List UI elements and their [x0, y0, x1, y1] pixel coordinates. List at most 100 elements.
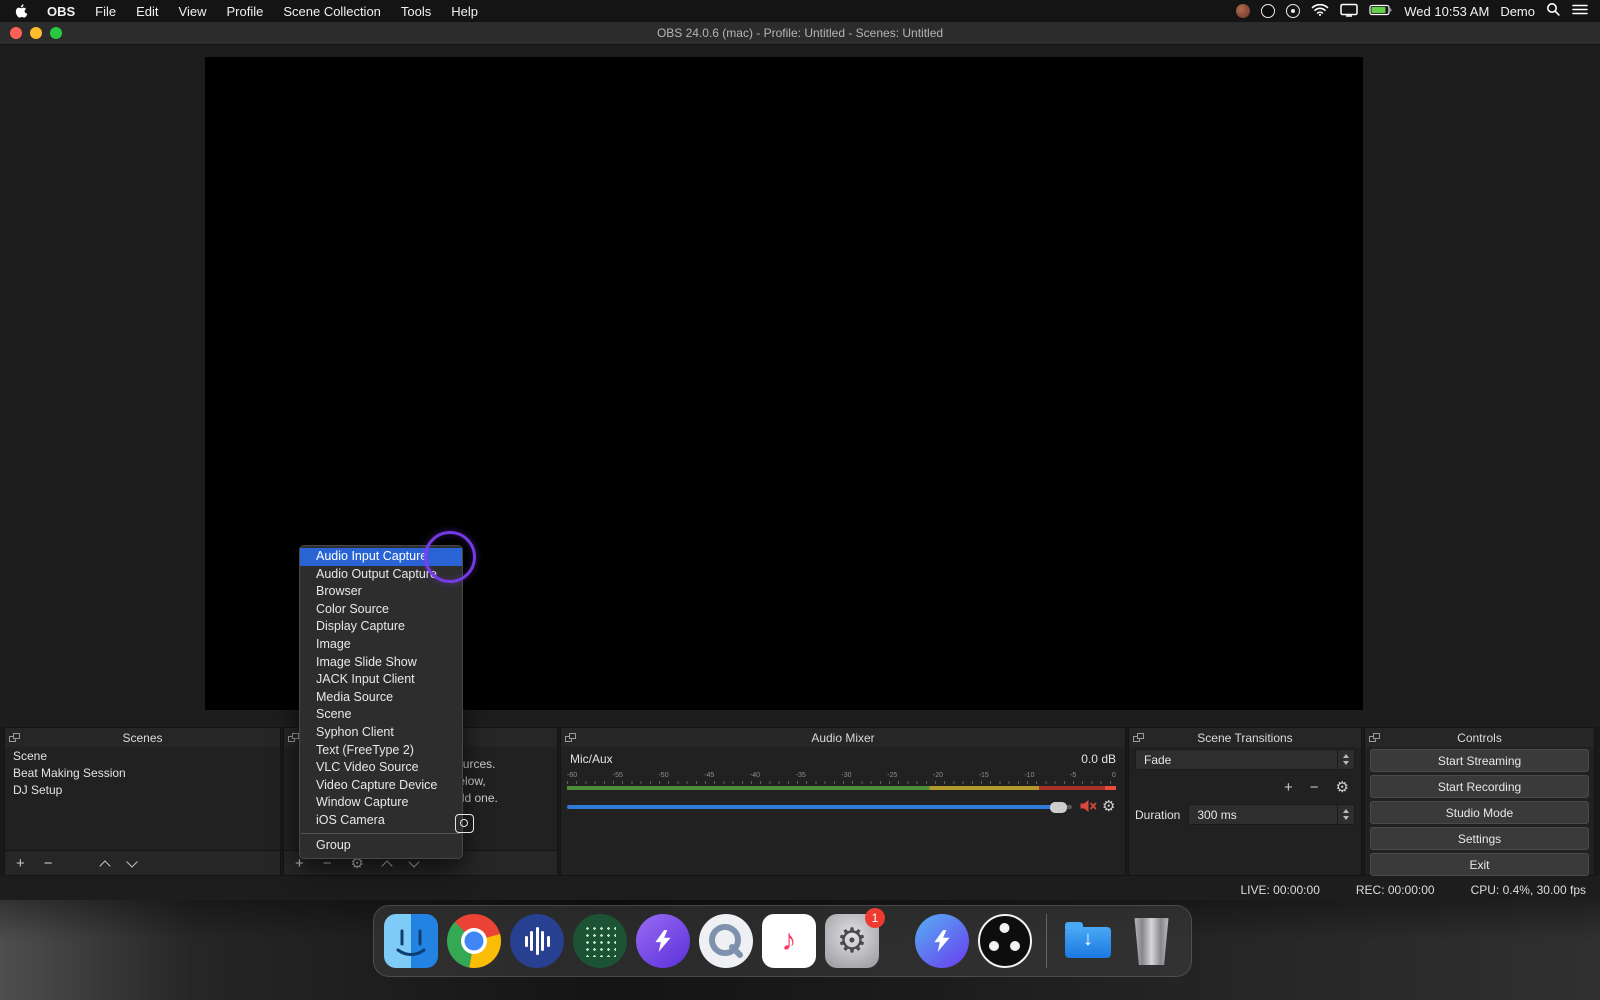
apple-music-dock-icon[interactable]: ♪ — [762, 914, 816, 968]
trash-dock-icon[interactable] — [1124, 914, 1178, 968]
move-scene-up-button[interactable] — [98, 859, 111, 872]
menu-item-window-capture[interactable]: Window Capture — [300, 794, 462, 812]
menubar-item-profile[interactable]: Profile — [216, 0, 273, 22]
tray-icon-1[interactable] — [1236, 4, 1251, 18]
panel-float-icon[interactable] — [565, 733, 576, 742]
gear-icon: ⚙ — [836, 922, 868, 960]
status-bar: LIVE: 00:00:00 REC: 00:00:00 CPU: 0.4%, … — [0, 880, 1600, 900]
menu-item-image[interactable]: Image — [300, 636, 462, 654]
controls-panel: Controls Start Streaming Start Recording… — [1364, 727, 1595, 876]
scene-transitions-panel-title: Scene Transitions — [1197, 730, 1293, 745]
lightning-app-2-dock-icon[interactable] — [915, 914, 969, 968]
audio-waveform-app-dock-icon[interactable] — [510, 914, 564, 968]
menubar-item-obs[interactable]: OBS — [37, 0, 85, 22]
downloads-folder-dock-icon[interactable]: ↓ — [1061, 914, 1115, 968]
window-titlebar: OBS 24.0.6 (mac) - Profile: Untitled - S… — [0, 22, 1600, 45]
tray-icon-2[interactable] — [1286, 4, 1301, 18]
chevron-down-icon — [1343, 816, 1349, 820]
music-pattern-app-dock-icon[interactable] — [573, 914, 627, 968]
window-title: OBS 24.0.6 (mac) - Profile: Untitled - S… — [656, 26, 944, 40]
menu-item-vlc-video-source[interactable]: VLC Video Source — [300, 759, 462, 777]
menubar-item-help[interactable]: Help — [441, 0, 488, 22]
scenes-panel: Scenes Scene Beat Making Session DJ Setu… — [4, 727, 281, 876]
db-tick-label: -5 — [1070, 772, 1077, 779]
zoom-window-button[interactable] — [50, 27, 62, 39]
display-mirroring-icon[interactable] — [1340, 3, 1359, 20]
notification-badge: 1 — [865, 908, 885, 928]
menubar-item-view[interactable]: View — [169, 0, 217, 22]
menubar-item-file[interactable]: File — [85, 0, 126, 22]
scene-list-item[interactable]: DJ Setup — [5, 781, 280, 798]
mute-icon[interactable] — [1079, 798, 1097, 819]
add-source-menu: Audio Input Capture Audio Output Capture… — [299, 545, 463, 860]
quicktime-dock-icon[interactable] — [699, 914, 753, 968]
mixer-gear-icon[interactable]: ⚙ — [1102, 797, 1115, 815]
db-tick-label: 0 — [1111, 772, 1116, 779]
add-transition-button[interactable]: + — [1284, 780, 1293, 795]
duration-spinbox[interactable]: 300 ms — [1188, 804, 1355, 825]
settings-button[interactable]: Settings — [1370, 827, 1589, 850]
remove-transition-button[interactable]: − — [1310, 780, 1319, 795]
start-recording-button[interactable]: Start Recording — [1370, 775, 1589, 798]
panel-float-icon[interactable] — [9, 733, 20, 742]
finder-dock-icon[interactable] — [384, 914, 438, 968]
dock-separator — [1046, 914, 1047, 968]
menubar-item-tools[interactable]: Tools — [391, 0, 441, 22]
menu-item-group[interactable]: Group — [300, 837, 462, 855]
menu-item-display-capture[interactable]: Display Capture — [300, 618, 462, 636]
audio-mixer-body: Mic/Aux 0.0 dB -60 -55 -50 -45 -40 -35 -… — [561, 747, 1125, 875]
menu-item-scene[interactable]: Scene — [300, 706, 462, 724]
menu-item-text-freetype2[interactable]: Text (FreeType 2) — [300, 742, 462, 760]
menu-item-video-capture-device[interactable]: Video Capture Device — [300, 777, 462, 795]
controls-panel-title: Controls — [1457, 730, 1502, 745]
db-tick-label: -55 — [612, 772, 623, 779]
transition-select-stepper[interactable] — [1337, 750, 1354, 769]
menubar-user-name[interactable]: Demo — [1500, 4, 1535, 19]
apple-menu-icon[interactable] — [0, 3, 37, 19]
menubar-item-scene-collection[interactable]: Scene Collection — [273, 0, 391, 22]
menu-item-syphon-client[interactable]: Syphon Client — [300, 724, 462, 742]
add-scene-button[interactable]: + — [16, 856, 25, 871]
volume-slider-handle[interactable] — [1050, 801, 1067, 813]
chevron-up-icon — [1343, 809, 1349, 813]
move-source-up-button[interactable] — [381, 859, 393, 872]
chrome-dock-icon[interactable] — [447, 914, 501, 968]
battery-icon[interactable] — [1369, 4, 1393, 19]
obs-dock-icon[interactable] — [978, 914, 1032, 968]
transition-select[interactable]: Fade — [1135, 749, 1355, 770]
start-streaming-button[interactable]: Start Streaming — [1370, 749, 1589, 772]
menubar-item-edit[interactable]: Edit — [126, 0, 168, 22]
menubar-clock[interactable]: Wed 10:53 AM — [1404, 4, 1489, 19]
panel-float-icon[interactable] — [1133, 733, 1144, 742]
obs-tray-icon[interactable] — [1261, 4, 1276, 18]
menu-item-media-source[interactable]: Media Source — [300, 689, 462, 707]
menu-item-image-slide-show[interactable]: Image Slide Show — [300, 654, 462, 672]
lightning-app-dock-icon[interactable] — [636, 914, 690, 968]
volume-slider[interactable] — [567, 800, 1072, 813]
studio-mode-button[interactable]: Studio Mode — [1370, 801, 1589, 824]
scene-list-item[interactable]: Beat Making Session — [5, 764, 280, 781]
panel-float-icon[interactable] — [1369, 733, 1380, 742]
db-tick-label: -10 — [1024, 772, 1035, 779]
menu-item-browser[interactable]: Browser — [300, 583, 462, 601]
menu-item-jack-input-client[interactable]: JACK Input Client — [300, 671, 462, 689]
minimize-window-button[interactable] — [30, 27, 42, 39]
menu-item-ios-camera[interactable]: iOS Camera — [300, 812, 462, 830]
scenes-toolbar: + − — [5, 850, 280, 875]
spotlight-search-icon[interactable] — [1546, 2, 1561, 20]
transition-properties-gear-icon[interactable]: ⚙ — [1336, 780, 1349, 795]
menu-item-color-source[interactable]: Color Source — [300, 601, 462, 619]
db-tick-label: -20 — [932, 772, 943, 779]
mixer-db-scale: -60 -55 -50 -45 -40 -35 -30 -25 -20 -15 … — [567, 772, 1116, 779]
remove-scene-button[interactable]: − — [44, 856, 53, 871]
system-preferences-dock-icon[interactable]: ⚙ 1 — [825, 908, 885, 968]
wifi-icon[interactable] — [1311, 3, 1329, 19]
panel-float-icon[interactable] — [288, 733, 299, 742]
duration-stepper[interactable] — [1337, 805, 1354, 824]
move-scene-down-button[interactable] — [125, 855, 138, 868]
scene-list-item[interactable]: Scene — [5, 747, 280, 764]
exit-button[interactable]: Exit — [1370, 853, 1589, 876]
duration-value: 300 ms — [1197, 807, 1237, 822]
close-window-button[interactable] — [10, 27, 22, 39]
notification-center-icon[interactable] — [1572, 3, 1588, 19]
